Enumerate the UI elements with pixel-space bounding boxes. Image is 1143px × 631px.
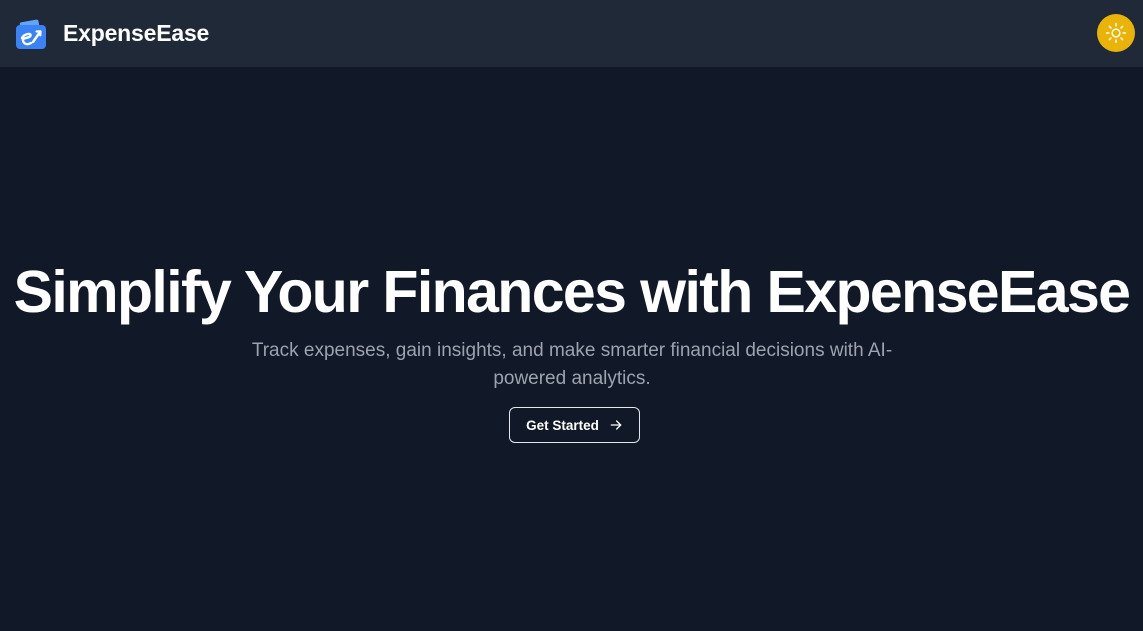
- sun-icon: [1105, 22, 1127, 44]
- hero-subtitle: Track expenses, gain insights, and make …: [251, 340, 893, 389]
- hero-title: Simplify Your Finances with ExpenseEase: [13, 259, 1131, 325]
- arrow-right-icon: [609, 418, 623, 432]
- navbar: ExpenseEase: [0, 0, 1143, 67]
- get-started-button[interactable]: Get Started: [509, 407, 640, 443]
- theme-toggle-button[interactable]: [1097, 14, 1135, 52]
- get-started-label: Get Started: [526, 417, 599, 433]
- brand-name: ExpenseEase: [63, 20, 210, 46]
- wallet-logo-icon: [15, 18, 47, 50]
- brand-link[interactable]: ExpenseEase: [15, 18, 209, 50]
- hero-section: Simplify Your Finances with ExpenseEase …: [0, 67, 1143, 631]
